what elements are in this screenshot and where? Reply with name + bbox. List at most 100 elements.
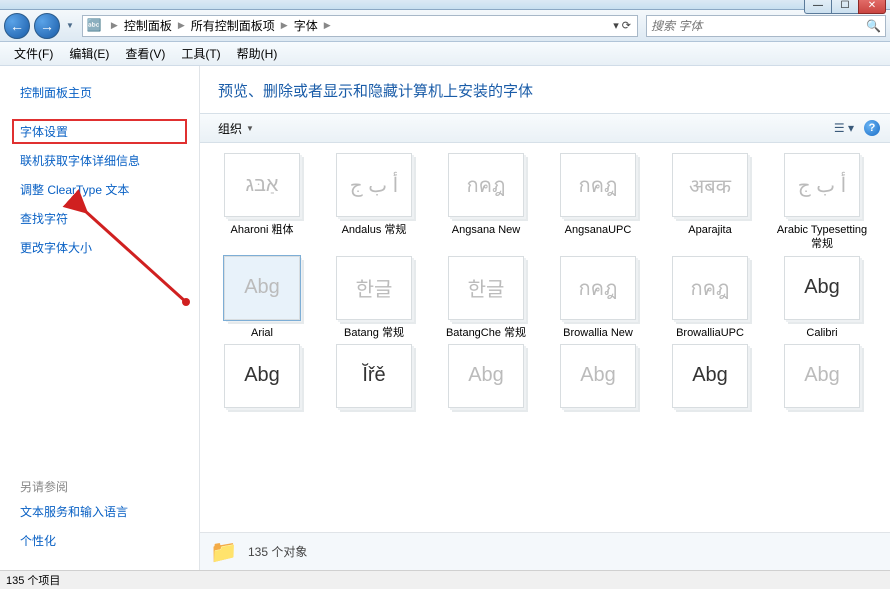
font-preview-icon: Abg xyxy=(784,256,860,320)
maximize-button[interactable]: ☐ xyxy=(831,0,859,14)
menu-file[interactable]: 文件(F) xyxy=(6,43,61,64)
font-preview-icon: Abg xyxy=(784,344,860,408)
font-grid: אַבּג Aharoni 粗体 أ ب ج Andalus 常规 กคฎ Angsana… xyxy=(200,143,890,532)
font-item[interactable]: अबक Aparajita xyxy=(656,153,764,252)
navigation-bar: ← → ▼ 🔤 ▶ 控制面板 ▶ 所有控制面板项 ▶ 字体 ▶ ▾ ⟳ 🔍 xyxy=(0,10,890,42)
sidebar-link-change-font-size[interactable]: 更改字体大小 xyxy=(12,235,187,260)
page-title: 预览、删除或者显示和隐藏计算机上安装的字体 xyxy=(200,66,890,113)
chevron-down-icon: ▼ xyxy=(246,124,254,133)
font-item[interactable]: Abg Calibri xyxy=(768,256,876,340)
close-button[interactable]: ✕ xyxy=(858,0,886,14)
font-item[interactable]: กคฎ Browallia New xyxy=(544,256,652,340)
sidebar: 控制面板主页 字体设置 联机获取字体详细信息 调整 ClearType 文本 查… xyxy=(0,66,200,570)
font-label: Arial xyxy=(251,326,273,340)
status-item-count: 135 个项目 xyxy=(6,572,60,588)
breadcrumb-segment[interactable]: 字体 xyxy=(292,17,320,34)
font-preview-icon: Abg xyxy=(672,344,748,408)
font-item[interactable]: أ ب ج Arabic Typesetting 常规 xyxy=(768,153,876,252)
font-item[interactable]: Abg Arial xyxy=(208,256,316,340)
breadcrumb-sep-icon: ▶ xyxy=(277,20,292,31)
address-bar[interactable]: 🔤 ▶ 控制面板 ▶ 所有控制面板项 ▶ 字体 ▶ ▾ ⟳ xyxy=(82,15,638,37)
menu-help[interactable]: 帮助(H) xyxy=(229,43,286,64)
content-area: 控制面板主页 字体设置 联机获取字体详细信息 调整 ClearType 文本 查… xyxy=(0,66,890,570)
details-count: 135 个对象 xyxy=(248,543,307,560)
font-preview-icon: กคฎ xyxy=(560,256,636,320)
breadcrumb-sep-icon: ▶ xyxy=(174,20,189,31)
font-item[interactable]: 한글 BatangChe 常规 xyxy=(432,256,540,340)
sidebar-home-link[interactable]: 控制面板主页 xyxy=(12,80,187,105)
font-preview-icon: أ ب ج xyxy=(336,153,412,217)
window-controls: — ☐ ✕ xyxy=(805,0,886,14)
font-label: Aharoni 粗体 xyxy=(231,223,294,237)
sidebar-see-also-heading: 另请参阅 xyxy=(12,474,187,499)
font-item[interactable]: Abg xyxy=(208,344,316,414)
font-preview-icon: 한글 xyxy=(336,256,412,320)
organize-label: 组织 xyxy=(218,120,242,137)
font-item[interactable]: أ ب ج Andalus 常规 xyxy=(320,153,428,252)
fonts-folder-icon: 🔤 xyxy=(87,18,103,34)
font-label: Andalus 常规 xyxy=(342,223,407,237)
sidebar-link-font-settings[interactable]: 字体设置 xyxy=(12,119,187,144)
font-preview-icon: أ ب ج xyxy=(784,153,860,217)
menu-edit[interactable]: 编辑(E) xyxy=(61,43,117,64)
history-dropdown-icon[interactable]: ▼ xyxy=(66,21,74,30)
search-box[interactable]: 🔍 xyxy=(646,15,886,37)
font-preview-icon: กคฎ xyxy=(448,153,524,217)
forward-button[interactable]: → xyxy=(34,13,60,39)
font-preview-icon: Ĭřě xyxy=(336,344,412,408)
font-preview-icon: אַבּג xyxy=(224,153,300,217)
font-preview-icon: กคฎ xyxy=(560,153,636,217)
font-label: BatangChe 常规 xyxy=(446,326,526,340)
details-pane: 📁 135 个对象 xyxy=(200,532,890,570)
search-input[interactable] xyxy=(651,19,866,33)
font-item[interactable]: אַבּג Aharoni 粗体 xyxy=(208,153,316,252)
font-item[interactable]: กคฎ AngsanaUPC xyxy=(544,153,652,252)
font-label: Arabic Typesetting 常规 xyxy=(772,223,872,252)
font-label: Calibri xyxy=(806,326,837,340)
menu-view[interactable]: 查看(V) xyxy=(117,43,173,64)
font-label: Batang 常规 xyxy=(344,326,404,340)
font-preview-icon: Abg xyxy=(560,344,636,408)
back-button[interactable]: ← xyxy=(4,13,30,39)
sidebar-link-cleartype[interactable]: 调整 ClearType 文本 xyxy=(12,177,187,202)
font-item[interactable]: 한글 Batang 常规 xyxy=(320,256,428,340)
fonts-folder-large-icon: 📁 xyxy=(210,538,238,566)
font-item[interactable]: Ĭřě xyxy=(320,344,428,414)
font-label: Angsana New xyxy=(452,223,521,237)
font-preview-icon: Abg xyxy=(224,256,300,320)
font-item[interactable]: กคฎ Angsana New xyxy=(432,153,540,252)
help-icon[interactable]: ? xyxy=(864,120,880,136)
organize-button[interactable]: 组织 ▼ xyxy=(210,117,262,140)
font-label: Browallia New xyxy=(563,326,633,340)
main-panel: 预览、删除或者显示和隐藏计算机上安装的字体 组织 ▼ ☰ ▾ ? אַבּג Ah… xyxy=(200,66,890,570)
font-item[interactable]: Abg xyxy=(656,344,764,414)
font-item[interactable]: Abg xyxy=(768,344,876,414)
sidebar-link-online-font-info[interactable]: 联机获取字体详细信息 xyxy=(12,148,187,173)
breadcrumb-sep-icon: ▶ xyxy=(320,20,335,31)
search-icon[interactable]: 🔍 xyxy=(866,19,881,33)
font-item[interactable]: Abg xyxy=(432,344,540,414)
font-item[interactable]: Abg xyxy=(544,344,652,414)
font-preview-icon: กคฎ xyxy=(672,256,748,320)
minimize-button[interactable]: — xyxy=(804,0,832,14)
title-bar: — ☐ ✕ xyxy=(0,0,890,10)
sidebar-link-find-char[interactable]: 查找字符 xyxy=(12,206,187,231)
font-preview-icon: 한글 xyxy=(448,256,524,320)
sidebar-link-personalization[interactable]: 个性化 xyxy=(12,528,187,553)
refresh-dropdown-icon[interactable]: ▾ ⟳ xyxy=(611,19,633,32)
sidebar-link-text-services[interactable]: 文本服务和输入语言 xyxy=(12,499,187,524)
font-label: AngsanaUPC xyxy=(565,223,632,237)
font-preview-icon: Abg xyxy=(224,344,300,408)
breadcrumb-sep-icon: ▶ xyxy=(107,20,122,31)
breadcrumb-segment[interactable]: 所有控制面板项 xyxy=(189,17,277,34)
font-label: Aparajita xyxy=(688,223,731,237)
status-bar: 135 个项目 xyxy=(0,570,890,589)
menu-tools[interactable]: 工具(T) xyxy=(173,43,228,64)
breadcrumb-segment[interactable]: 控制面板 xyxy=(122,17,174,34)
menu-bar: 文件(F) 编辑(E) 查看(V) 工具(T) 帮助(H) xyxy=(0,42,890,66)
font-preview-icon: Abg xyxy=(448,344,524,408)
view-options-icon[interactable]: ☰ ▾ xyxy=(834,121,854,135)
toolbar: 组织 ▼ ☰ ▾ ? xyxy=(200,113,890,143)
font-item[interactable]: กคฎBrowalliaUPC xyxy=(656,256,764,340)
font-preview-icon: अबक xyxy=(672,153,748,217)
